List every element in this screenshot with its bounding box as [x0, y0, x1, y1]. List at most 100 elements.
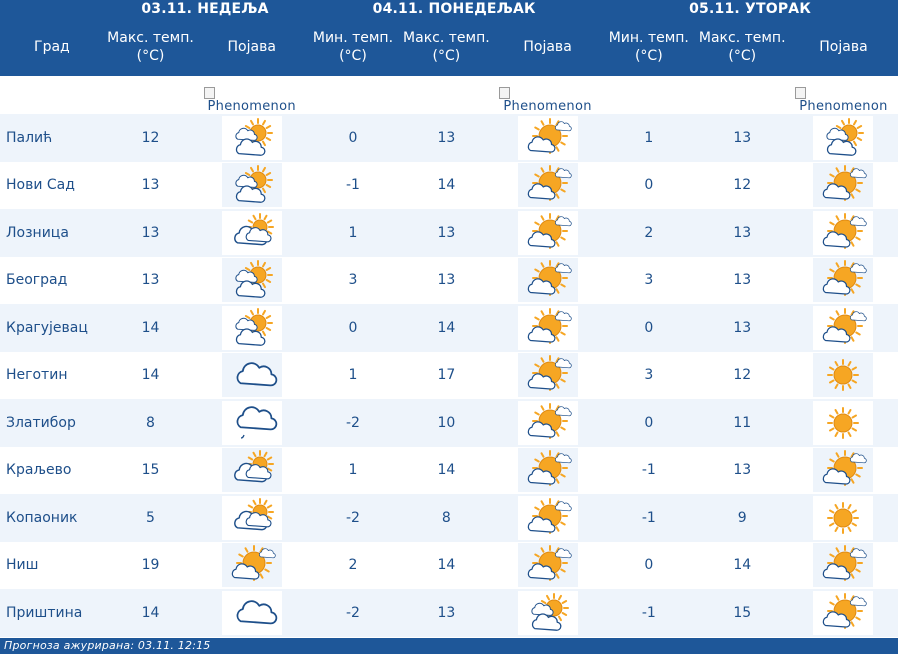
- cloud-drizzle-icon: [221, 400, 282, 445]
- d2-max-temp: 13: [399, 256, 494, 304]
- broken-image-d2: Phenomenon: [499, 87, 591, 114]
- city-name: Палић: [0, 114, 104, 162]
- d2-phenomenon: [493, 541, 603, 589]
- d1-phenomenon: [197, 541, 307, 589]
- d2-min-temp: -1: [306, 161, 400, 209]
- d1-max-temp: 8: [103, 399, 198, 447]
- d1-phenomenon: [197, 446, 307, 494]
- d2-phenomenon: [493, 256, 603, 304]
- d1-max-temp: 5: [103, 494, 198, 542]
- broken-image-d1: Phenomenon: [203, 87, 296, 114]
- d2-phenomenon: [493, 114, 603, 162]
- d2-max-temp: 13: [399, 209, 494, 257]
- d3-min-temp: -1: [602, 446, 696, 494]
- city-name: Приштина: [0, 589, 104, 637]
- d3-min-temp: -1: [602, 589, 696, 637]
- table-row: Приштина 14 -2 13 -1 15: [0, 589, 898, 637]
- sun-icon: [813, 400, 874, 445]
- d2-phenomenon: [493, 161, 603, 209]
- city-name: Нови Сад: [0, 161, 104, 209]
- d3-min-temp: 1: [602, 114, 696, 162]
- cloud-icon: [221, 353, 282, 398]
- d3-max-temp: 13: [695, 114, 789, 162]
- d3-phenomenon: [788, 256, 898, 304]
- sun-cloud-icon: [517, 115, 578, 160]
- d3-phenomenon: [788, 541, 898, 589]
- table-row: Ниш 19 2 14 0 14: [0, 541, 898, 589]
- day-header-2: 04.11. ПОНЕДЕЉАК: [372, 1, 536, 17]
- day-header-3: 05.11. УТОРАК: [689, 1, 811, 17]
- column-header-row: Град Макс. темп. (°C) Појава Мин. темп. …: [0, 18, 898, 76]
- d2-phenomenon: [493, 494, 603, 542]
- sun-cloud-icon: [813, 210, 874, 255]
- sun-cloud-icon: [517, 163, 578, 208]
- d2-max-temp: 10: [399, 399, 494, 447]
- d3-phenomenon: [788, 399, 898, 447]
- city-name: Краљево: [0, 446, 104, 494]
- forecast-rows: Палић 12 0 13 1 13 Нови Сад 13 -1 14 0 12 Лозница 13 1…: [0, 114, 898, 637]
- d1-phenomenon: [197, 114, 307, 162]
- d3-min-temp: 0: [602, 161, 696, 209]
- d3-min-temp: 0: [602, 541, 696, 589]
- table-row: Нови Сад 13 -1 14 0 12: [0, 161, 898, 209]
- d3-max-temp: 11: [695, 399, 789, 447]
- city-name: Београд: [0, 256, 104, 304]
- d2-min-temp: 2: [306, 541, 400, 589]
- d3-min-temp: 3: [602, 351, 696, 399]
- d3-min-temp: -1: [602, 494, 696, 542]
- d3-max-temp: 13: [695, 209, 789, 257]
- sun-cloud-icon: [517, 495, 578, 540]
- d1-max-temp: 14: [103, 589, 198, 637]
- d3-min-temp: 3: [602, 256, 696, 304]
- d1-phenomenon-header: Појава: [227, 39, 276, 55]
- d3-min-temp: 0: [602, 399, 696, 447]
- d1-phenomenon: [197, 351, 307, 399]
- table-row: Крагујевац 14 0 14 0 13: [0, 304, 898, 352]
- d3-min-temp: 0: [602, 304, 696, 352]
- forecast-table: 03.11. НЕДЕЉА 04.11. ПОНЕДЕЉАК 05.11. УТ…: [0, 0, 898, 637]
- sun-cloud-icon: [813, 543, 874, 588]
- sun-cloud-icon: [813, 163, 874, 208]
- d3-phenomenon-header: Појава: [819, 39, 868, 55]
- d2-min-temp: 3: [306, 256, 400, 304]
- d3-phenomenon: [788, 589, 898, 637]
- d2-max-temp: 14: [399, 161, 494, 209]
- d2-min-temp: 0: [306, 304, 400, 352]
- d2-max-temp: 14: [399, 304, 494, 352]
- d1-phenomenon: [197, 256, 307, 304]
- d2-max-temp: 14: [399, 541, 494, 589]
- city-name: Крагујевац: [0, 304, 104, 352]
- city-name: Неготин: [0, 351, 104, 399]
- d3-max-temp: 12: [695, 161, 789, 209]
- d2-phenomenon: [493, 589, 603, 637]
- partly-cloudy-icon: [221, 115, 282, 160]
- partly-cloudy-icon: [813, 115, 874, 160]
- d3-phenomenon: [788, 446, 898, 494]
- broken-image-row: Phenomenon Phenomenon Phenomenon: [0, 76, 898, 114]
- d2-phenomenon: [493, 446, 603, 494]
- d3-max-temp: 14: [695, 541, 789, 589]
- table-row: Краљево 15 1 14 -1 13: [0, 446, 898, 494]
- d3-phenomenon: [788, 209, 898, 257]
- sun-cloud-icon: [813, 448, 874, 493]
- sun-cloud-icon: [517, 448, 578, 493]
- d1-phenomenon: [197, 399, 307, 447]
- partly-cloudy-icon: [221, 163, 282, 208]
- d3-phenomenon: [788, 494, 898, 542]
- d2-max-temp: 13: [399, 589, 494, 637]
- d3-max-temp: 13: [695, 446, 789, 494]
- d1-max-header: Макс. темп. (°C): [107, 30, 194, 64]
- partly-cloudy-icon: [221, 305, 282, 350]
- d2-phenomenon: [493, 209, 603, 257]
- d1-max-temp: 19: [103, 541, 198, 589]
- table-row: Неготин 14 1 17 3 12: [0, 351, 898, 399]
- cloudy-sun-icon: [221, 495, 282, 540]
- forecast-footer: Прогноза ажурирана: 03.11. 12:15: [0, 637, 898, 654]
- d3-phenomenon: [788, 351, 898, 399]
- broken-image-d3: Phenomenon: [795, 87, 887, 114]
- city-name: Ниш: [0, 541, 104, 589]
- updated-text: Прогноза ажурирана: 03.11. 12:15: [4, 638, 211, 652]
- table-row: Београд 13 3 13 3 13: [0, 256, 898, 304]
- sun-cloud-icon: [517, 400, 578, 445]
- d1-max-temp: 15: [103, 446, 198, 494]
